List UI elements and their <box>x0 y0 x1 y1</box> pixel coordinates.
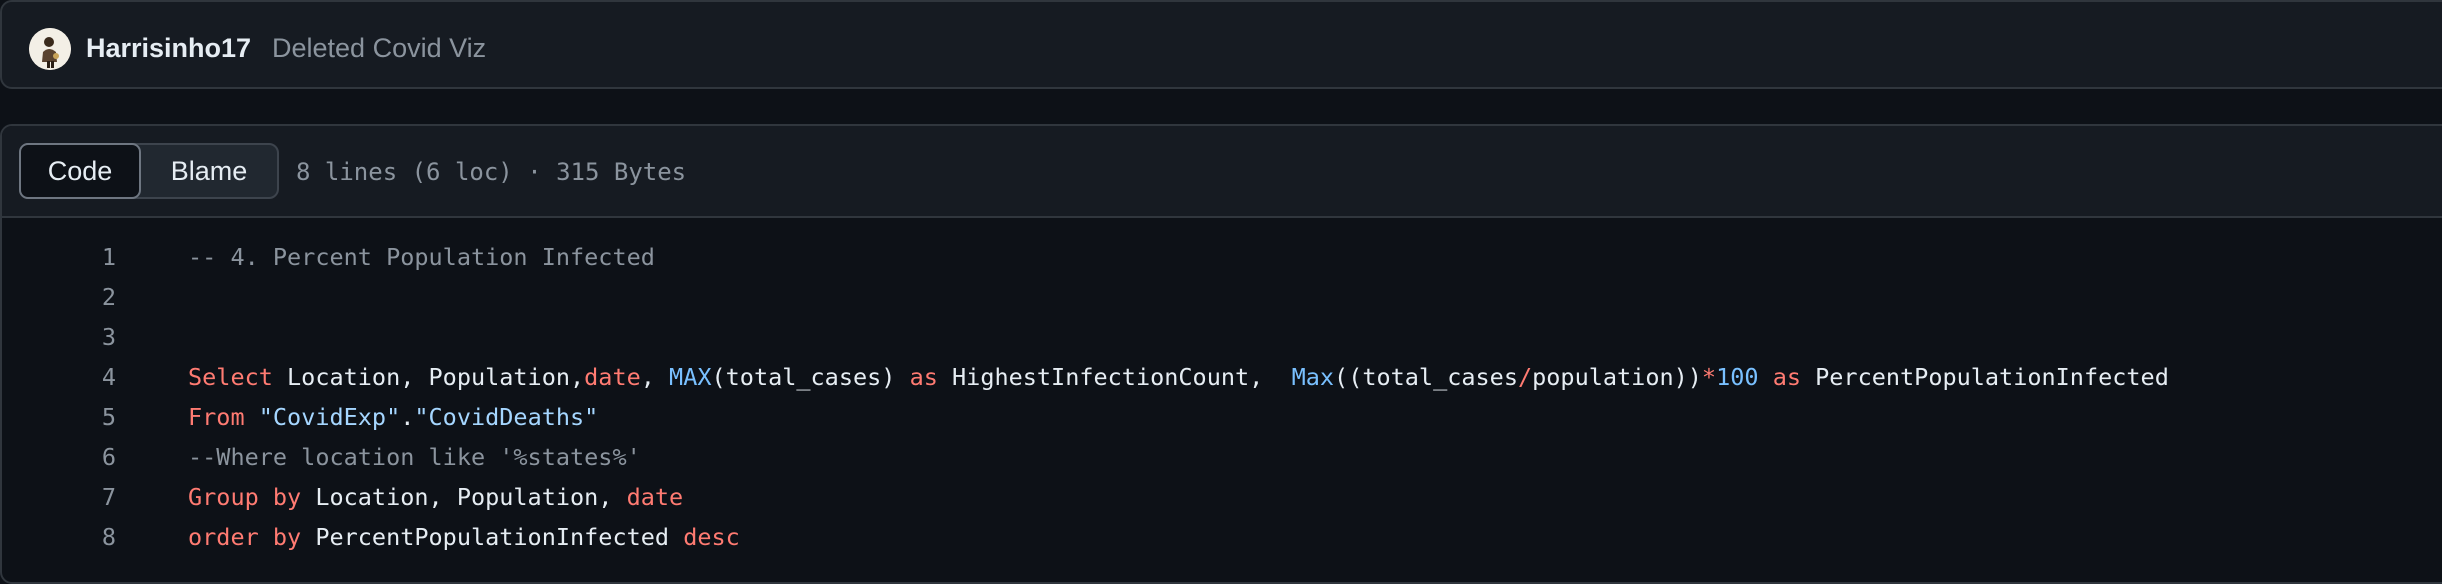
code-tab[interactable]: Code <box>19 143 141 199</box>
code-line: 7 Group by Location, Population, date <box>2 477 2442 517</box>
code-token: desc <box>683 523 740 551</box>
code-token: "CovidDeaths" <box>414 403 599 431</box>
code-token: date <box>584 363 641 391</box>
code-token: order by <box>188 523 302 551</box>
code-token: / <box>1517 363 1533 391</box>
line-content: --Where location like '%states%' <box>188 437 641 477</box>
code-token: From <box>188 403 245 431</box>
line-number[interactable]: 6 <box>2 437 116 477</box>
code-token: , <box>640 363 670 391</box>
code-line: 1 -- 4. Percent Population Infected <box>2 237 2442 277</box>
code-token: Location, Population, <box>272 363 585 391</box>
code-token: as <box>1772 363 1801 391</box>
line-content: From "CovidExp"."CovidDeaths" <box>188 397 598 437</box>
code-token: as <box>909 363 938 391</box>
code-token: date <box>626 483 684 511</box>
line-number[interactable]: 4 <box>2 357 116 397</box>
avatar[interactable] <box>29 28 71 70</box>
code-token: MAX <box>669 363 712 391</box>
code-token: HighestInfectionCount, <box>937 363 1292 391</box>
code-line: 6 --Where location like '%states%' <box>2 437 2442 477</box>
latest-commit-bar: Harrisinho17 Deleted Covid Viz <box>0 0 2442 89</box>
line-number[interactable]: 2 <box>2 277 116 317</box>
code-token: --Where location like '%states%' <box>188 443 641 471</box>
code-token: ((total_cases <box>1334 363 1518 391</box>
code-line: 8 order by PercentPopulationInfected desc <box>2 517 2442 557</box>
code-line: 4 Select Location, Population,date, MAX(t… <box>2 357 2442 397</box>
blame-tab[interactable]: Blame <box>141 145 277 197</box>
line-number[interactable]: 3 <box>2 317 116 357</box>
code-token: 100 <box>1716 363 1759 391</box>
file-header: Code Blame 8 lines (6 loc) · 315 Bytes <box>2 126 2442 218</box>
line-number[interactable]: 8 <box>2 517 116 557</box>
commit-author-link[interactable]: Harrisinho17 <box>86 31 251 65</box>
line-content: order by PercentPopulationInfected desc <box>188 517 740 557</box>
code-token: -- 4. Percent Population Infected <box>188 243 655 271</box>
code-token: Location, Population, <box>301 483 627 511</box>
file-viewer: Code Blame 8 lines (6 loc) · 315 Bytes 1… <box>0 124 2442 584</box>
code-token: PercentPopulationInfected <box>1800 363 2169 391</box>
code-line: 3 <box>2 317 2442 357</box>
code-token: "CovidExp" <box>258 403 401 431</box>
line-number[interactable]: 7 <box>2 477 116 517</box>
line-number[interactable]: 5 <box>2 397 116 437</box>
line-content: Select Location, Population,date, MAX(to… <box>188 357 2169 397</box>
commit-message-link[interactable]: Deleted Covid Viz <box>272 31 486 65</box>
line-content: Group by Location, Population, date <box>188 477 683 517</box>
code-token: Select <box>188 363 273 391</box>
code-line: 2 <box>2 277 2442 317</box>
view-mode-toggle: Code Blame <box>19 143 279 199</box>
code-token: Group by <box>188 483 302 511</box>
file-size-info: 8 lines (6 loc) · 315 Bytes <box>296 158 687 186</box>
code-line: 5 From "CovidExp"."CovidDeaths" <box>2 397 2442 437</box>
line-number[interactable]: 1 <box>2 237 116 277</box>
line-content: -- 4. Percent Population Infected <box>188 237 655 277</box>
code-area: 1 -- 4. Percent Population Infected 2 3 4 Sel… <box>2 237 2442 557</box>
code-token: * <box>1701 363 1717 391</box>
code-token: population)) <box>1532 363 1702 391</box>
code-token: (total_cases) <box>711 363 910 391</box>
code-token: . <box>400 403 415 431</box>
code-token: Max <box>1291 363 1335 391</box>
code-token: PercentPopulationInfected <box>301 523 684 551</box>
